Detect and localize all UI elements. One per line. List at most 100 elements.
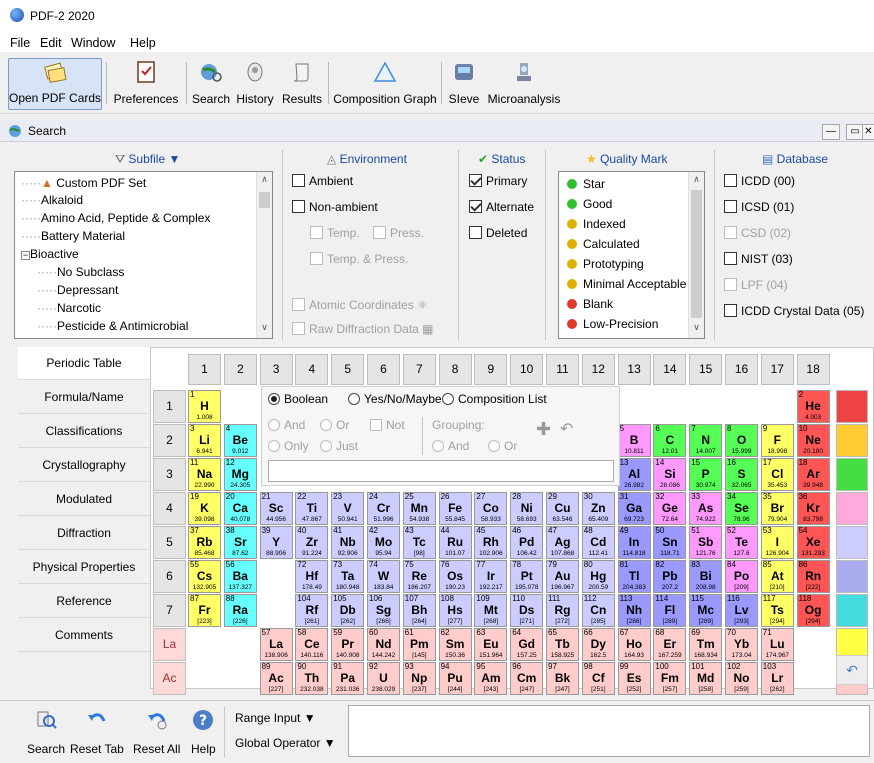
- element-zr[interactable]: 40 Zr 91.224: [295, 526, 329, 559]
- legend-swatch[interactable]: [836, 424, 868, 457]
- period-header-la[interactable]: La: [153, 628, 186, 661]
- history-button[interactable]: History: [232, 58, 278, 110]
- legend-swatch[interactable]: [836, 560, 868, 593]
- legend-swatch[interactable]: [836, 390, 868, 423]
- and-radio[interactable]: And: [268, 418, 305, 432]
- tab-comments[interactable]: Comments: [18, 619, 150, 652]
- element-se[interactable]: 34 Se 78.96: [725, 492, 758, 525]
- element-db[interactable]: 105 Db [262]: [331, 594, 365, 627]
- element-li[interactable]: 3 Li 6.941: [188, 424, 221, 457]
- tree-item-narcotic[interactable]: ·····Narcotic: [37, 301, 101, 315]
- boolean-radio[interactable]: Boolean: [268, 392, 328, 406]
- global-operator-dropdown[interactable]: Global Operator ▼: [235, 736, 336, 750]
- element-nb[interactable]: 41 Nb 92.906: [331, 526, 365, 559]
- menu-window[interactable]: Window: [71, 36, 115, 50]
- db-icdd-crystal-checkbox[interactable]: ICDD Crystal Data (05): [724, 304, 864, 318]
- element-bi[interactable]: 83 Bi 208.98: [689, 560, 723, 593]
- element-fl[interactable]: 114 Fl [289]: [653, 594, 687, 627]
- legend-swatch[interactable]: [836, 594, 868, 627]
- element-nd[interactable]: 60 Nd 144.242: [367, 628, 400, 661]
- element-ca[interactable]: 20 Ca 40.078: [223, 492, 257, 525]
- element-og[interactable]: 118 Og [294]: [796, 594, 830, 627]
- element-po[interactable]: 84 Po [209]: [725, 560, 758, 593]
- element-hg[interactable]: 80 Hg 200.59: [581, 560, 615, 593]
- help-button[interactable]: ? Help: [191, 709, 216, 756]
- element-br[interactable]: 35 Br 79.904: [760, 492, 794, 525]
- element-s[interactable]: 16 S 32.065: [725, 458, 758, 491]
- reset-tab-button[interactable]: Reset Tab: [70, 709, 124, 756]
- temp-press-checkbox[interactable]: Temp. & Press.: [310, 252, 408, 266]
- element-ho[interactable]: 67 Ho 164.93: [617, 628, 651, 661]
- element-b[interactable]: 5 B 10.811: [617, 424, 651, 457]
- element-dy[interactable]: 66 Dy 162.5: [581, 628, 615, 661]
- element-ac[interactable]: 89 Ac [227]: [259, 662, 293, 695]
- element-te[interactable]: 52 Te 127.6: [725, 526, 758, 559]
- only-radio[interactable]: Only: [268, 439, 309, 453]
- group-header-16[interactable]: 16: [725, 354, 758, 385]
- element-f[interactable]: 9 F 18.998: [760, 424, 794, 457]
- element-yb[interactable]: 70 Yb 173.04: [725, 628, 758, 661]
- element-p[interactable]: 15 P 30.974: [689, 458, 723, 491]
- element-pb[interactable]: 82 Pb 207.2: [653, 560, 687, 593]
- element-th[interactable]: 90 Th 232.038: [295, 662, 329, 695]
- element-mt[interactable]: 109 Mt [268]: [474, 594, 508, 627]
- element-nh[interactable]: 113 Nh [286]: [617, 594, 651, 627]
- group-header-18[interactable]: 18: [796, 354, 830, 385]
- element-sr[interactable]: 38 Sr 87.62: [223, 526, 257, 559]
- group-header-13[interactable]: 13: [617, 354, 651, 385]
- period-header-ac[interactable]: Ac: [153, 662, 186, 695]
- element-sc[interactable]: 21 Sc 44.956: [259, 492, 293, 525]
- minimize-button[interactable]: —: [822, 124, 840, 140]
- element-h[interactable]: 1 H 1.008: [188, 390, 221, 423]
- tab-formula-name[interactable]: Formula/Name: [18, 381, 150, 414]
- subfile-tree[interactable]: ·····▲ Custom PDF Set ·····Alkaloid ····…: [14, 171, 273, 339]
- group-header-6[interactable]: 6: [367, 354, 400, 385]
- tree-item-bioactive[interactable]: − Bioactive: [21, 247, 79, 261]
- element-sg[interactable]: 106 Sg [266]: [367, 594, 400, 627]
- tree-item-no-subclass[interactable]: ·····No Subclass: [37, 265, 124, 279]
- tree-item-depressant[interactable]: ·····Depressant: [37, 283, 118, 297]
- element-tb[interactable]: 65 Tb 158.925: [546, 628, 579, 661]
- quality-item-minimal-acceptable[interactable]: Minimal Acceptable: [567, 277, 686, 291]
- quality-item-low-precision[interactable]: Low-Precision: [567, 317, 658, 331]
- element-lv[interactable]: 116 Lv [293]: [725, 594, 758, 627]
- db-nist-checkbox[interactable]: NIST (03): [724, 252, 793, 266]
- composition-list-radio[interactable]: Composition List: [442, 392, 547, 406]
- element-mc[interactable]: 115 Mc [289]: [689, 594, 723, 627]
- element-kr[interactable]: 36 Kr 83.798: [796, 492, 830, 525]
- element-ir[interactable]: 77 Ir 192.217: [474, 560, 508, 593]
- element-cf[interactable]: 98 Cf [251]: [581, 662, 615, 695]
- reset-periodic-icon[interactable]: ↶: [836, 655, 868, 685]
- subfile-header[interactable]: ⛛ Subfile ▼: [115, 152, 180, 167]
- group-header-9[interactable]: 9: [474, 354, 508, 385]
- search-button[interactable]: Search: [190, 58, 232, 110]
- element-u[interactable]: 92 U 238.029: [367, 662, 400, 695]
- collapse-icon[interactable]: −: [21, 251, 30, 260]
- open-pdf-cards-button[interactable]: Open PDF Cards: [8, 58, 102, 110]
- tab-periodic-table[interactable]: Periodic Table: [18, 347, 150, 380]
- element-cr[interactable]: 24 Cr 51.996: [367, 492, 400, 525]
- tab-reference[interactable]: Reference: [18, 585, 150, 618]
- element-he[interactable]: 2 He 4.003: [796, 390, 830, 423]
- element-expression-input[interactable]: [268, 460, 614, 482]
- primary-checkbox[interactable]: Primary: [469, 174, 527, 188]
- group-header-1[interactable]: 1: [188, 354, 221, 385]
- legend-swatch[interactable]: [836, 492, 868, 525]
- element-no[interactable]: 102 No [259]: [725, 662, 758, 695]
- menu-help[interactable]: Help: [130, 36, 156, 50]
- tab-crystallography[interactable]: Crystallography: [18, 449, 150, 482]
- element-zn[interactable]: 30 Zn 65.409: [581, 492, 615, 525]
- group-header-10[interactable]: 10: [510, 354, 544, 385]
- group-header-11[interactable]: 11: [546, 354, 579, 385]
- grouping-or-radio[interactable]: Or: [488, 439, 517, 453]
- element-cn[interactable]: 112 Cn [285]: [581, 594, 615, 627]
- element-w[interactable]: 74 W 183.84: [367, 560, 400, 593]
- element-ge[interactable]: 32 Ge 72.64: [653, 492, 687, 525]
- db-csd-checkbox[interactable]: CSD (02): [724, 226, 791, 240]
- element-fm[interactable]: 100 Fm [257]: [653, 662, 687, 695]
- element-al[interactable]: 13 Al 26.982: [617, 458, 651, 491]
- element-ba[interactable]: 56 Ba 137.327: [223, 560, 257, 593]
- atomic-coordinates-checkbox[interactable]: Atomic Coordinates ⚛: [292, 298, 428, 312]
- element-ni[interactable]: 28 Ni 58.693: [510, 492, 544, 525]
- tree-item-amino-acid[interactable]: ·····Amino Acid, Peptide & Complex: [21, 211, 210, 225]
